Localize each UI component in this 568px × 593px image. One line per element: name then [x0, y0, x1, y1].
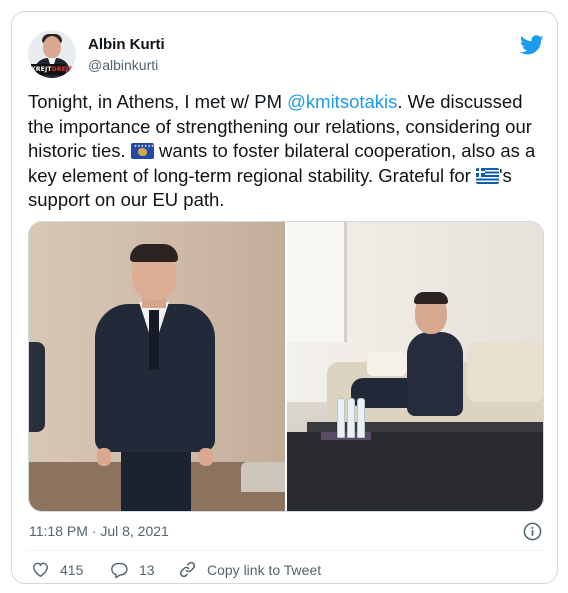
copy-link-button[interactable]: Copy link to Tweet [178, 560, 321, 579]
kosovo-flag-icon: ★★★★★★ [130, 143, 154, 159]
tweet-text: Tonight, in Athens, I met w/ PM @kmitsot… [28, 91, 536, 210]
divider [28, 550, 544, 551]
like-count: 415 [60, 561, 84, 578]
info-icon[interactable] [523, 522, 542, 541]
media-gallery [28, 221, 544, 512]
avatar-badge: KREJTDREJT [31, 64, 73, 75]
like-button[interactable]: 415 [31, 560, 83, 579]
twitter-bird-icon[interactable] [520, 33, 544, 57]
mention-link[interactable]: @kmitsotakis [287, 91, 397, 112]
tweet-timestamp[interactable]: 11:18 PM · Jul 8, 2021 [29, 523, 169, 539]
reply-bubble-icon [111, 562, 128, 579]
link-icon [179, 561, 196, 578]
tweet-card: KREJTDREJT Albin Kurti @albinkurti Tonig… [11, 11, 558, 584]
author-handle[interactable]: @albinkurti [88, 57, 158, 73]
greece-flag-icon [475, 167, 499, 184]
heart-icon [33, 562, 48, 578]
copy-link-label: Copy link to Tweet [207, 561, 322, 578]
author-name[interactable]: Albin Kurti [88, 36, 165, 53]
reply-button[interactable]: 13 [110, 560, 155, 579]
avatar[interactable]: KREJTDREJT [28, 30, 76, 78]
standing-portrait-photo[interactable] [29, 222, 285, 511]
reply-count: 13 [139, 561, 155, 578]
seated-meeting-photo[interactable] [287, 222, 543, 511]
